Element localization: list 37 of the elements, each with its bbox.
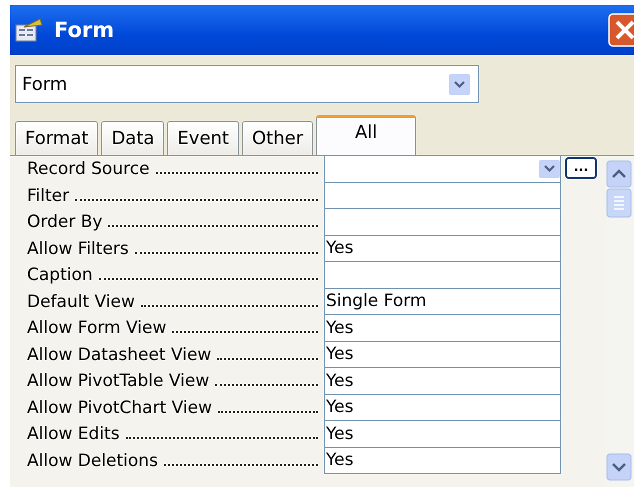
property-name: Allow Edits — [27, 423, 120, 446]
property-name: Record Source — [27, 158, 150, 181]
window-title: Form — [54, 18, 114, 42]
close-button[interactable] — [608, 13, 634, 47]
property-value-field[interactable] — [325, 156, 561, 182]
property-name: Allow PivotTable View — [27, 370, 210, 393]
property-value-field[interactable]: Yes — [325, 368, 561, 394]
scroll-down-icon[interactable] — [606, 453, 632, 481]
property-value-field[interactable]: Single Form — [325, 288, 561, 315]
property-name: Allow Filters — [27, 238, 129, 260]
property-value-field[interactable] — [325, 182, 561, 209]
builder-button[interactable]: ... — [565, 157, 597, 179]
tab[interactable]: Format — [15, 121, 98, 155]
object-dropdown[interactable]: Form — [15, 65, 479, 103]
property-value-field[interactable] — [325, 262, 561, 288]
tab[interactable]: All — [316, 115, 416, 155]
property-value-field[interactable]: Yes — [325, 421, 561, 448]
property-name: Order By — [27, 211, 102, 234]
tab[interactable]: Event — [167, 121, 239, 155]
property-name: Default View — [27, 290, 135, 314]
property-name: Filter — [27, 184, 70, 208]
property-value-field[interactable]: Yes — [325, 236, 561, 262]
property-name: Allow Form View — [27, 317, 166, 340]
property-value-field[interactable]: Yes — [325, 342, 561, 368]
tab[interactable]: Other — [242, 121, 314, 155]
property-name: Caption — [27, 264, 93, 287]
scroll-up-icon[interactable] — [606, 160, 632, 188]
scroll-thumb-icon[interactable] — [606, 188, 632, 218]
property-value-field[interactable]: Yes — [325, 315, 561, 342]
property-name: Allow PivotChart View — [27, 396, 212, 420]
property-value-field[interactable]: Yes — [325, 394, 561, 421]
property-value-field[interactable]: Yes — [325, 448, 561, 474]
property-name: Allow Deletions — [27, 450, 158, 472]
form-icon — [14, 17, 44, 43]
tab[interactable]: Data — [101, 121, 164, 155]
property-name: Allow Datasheet View — [27, 344, 212, 366]
property-value-field[interactable] — [325, 209, 561, 236]
